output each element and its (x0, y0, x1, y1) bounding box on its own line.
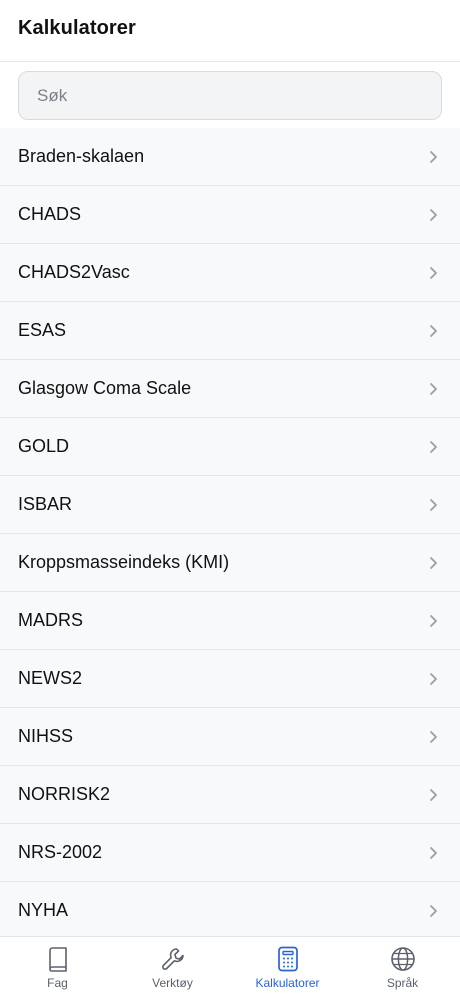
chevron-right-icon (428, 904, 438, 918)
list-item[interactable]: Braden-skalaen (0, 128, 460, 186)
list-item[interactable]: Kroppsmasseindeks (KMI) (0, 534, 460, 592)
chevron-right-icon (428, 846, 438, 860)
list-item-label: CHADS2Vasc (18, 262, 130, 282)
list-item[interactable]: Glasgow Coma Scale (0, 360, 460, 418)
tab-kalkulatorer[interactable]: Kalkulatorer (230, 937, 345, 999)
list-item[interactable]: NORRISK2 (0, 766, 460, 824)
list-item-label: MADRS (18, 610, 84, 630)
list-item-label: Glasgow Coma Scale (18, 378, 192, 398)
list-item[interactable]: MADRS (0, 592, 460, 650)
list-item[interactable]: NYHA (0, 882, 460, 936)
list-item-label: NRS-2002 (18, 842, 103, 862)
page-title: Kalkulatorer (18, 17, 136, 39)
search-input[interactable] (18, 71, 442, 120)
tab-fag[interactable]: Fag (0, 937, 115, 999)
tab-label: Verktøy (152, 976, 193, 990)
chevron-right-icon (428, 150, 438, 164)
list-item-label: NYHA (18, 900, 69, 920)
list-item[interactable]: CHADS (0, 186, 460, 244)
list-item-label: NORRISK2 (18, 784, 111, 804)
list-item-label: ESAS (18, 320, 67, 340)
globe-icon (389, 945, 417, 973)
chevron-right-icon (428, 440, 438, 454)
list-item[interactable]: ESAS (0, 302, 460, 360)
book-icon (44, 945, 72, 973)
tab-sprak[interactable]: Språk (345, 937, 460, 999)
list-item[interactable]: NIHSS (0, 708, 460, 766)
tab-verktoy[interactable]: Verktøy (115, 937, 230, 999)
chevron-right-icon (428, 788, 438, 802)
tab-label: Kalkulatorer (255, 976, 320, 990)
calculator-list: Braden-skalaen CHADS CHADS2Vasc ESAS Gla… (0, 128, 460, 936)
chevron-right-icon (428, 672, 438, 686)
list-item[interactable]: CHADS2Vasc (0, 244, 460, 302)
list-item-label: NIHSS (18, 726, 74, 746)
chevron-right-icon (428, 382, 438, 396)
chevron-right-icon (428, 208, 438, 222)
calculator-icon (274, 945, 302, 973)
list-item[interactable]: GOLD (0, 418, 460, 476)
wrench-icon (159, 945, 187, 973)
chevron-right-icon (428, 730, 438, 744)
list-item-label: CHADS (18, 204, 82, 224)
chevron-right-icon (428, 556, 438, 570)
list-item[interactable]: ISBAR (0, 476, 460, 534)
list-item[interactable]: NRS-2002 (0, 824, 460, 882)
chevron-right-icon (428, 324, 438, 338)
list-item-label: Kroppsmasseindeks (KMI) (18, 552, 230, 572)
app-header: Kalkulatorer (0, 0, 460, 62)
bottom-tab-bar: Fag Verktøy Kalkulatorer Språk (0, 936, 460, 999)
search-bar (0, 62, 460, 128)
list-item[interactable]: NEWS2 (0, 650, 460, 708)
list-item-label: GOLD (18, 436, 70, 456)
list-item-label: ISBAR (18, 494, 73, 514)
tab-label: Fag (47, 976, 68, 990)
list-item-label: NEWS2 (18, 668, 83, 688)
chevron-right-icon (428, 498, 438, 512)
tab-label: Språk (386, 976, 419, 990)
chevron-right-icon (428, 266, 438, 280)
chevron-right-icon (428, 614, 438, 628)
list-item-label: Braden-skalaen (18, 146, 145, 166)
